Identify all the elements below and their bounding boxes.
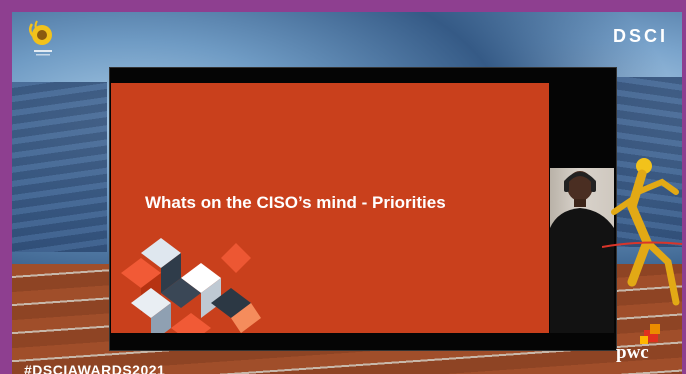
pwc-logo-text: pwc	[616, 342, 649, 363]
presentation-slide: Whats on the CISO’s mind - Priorities	[111, 83, 549, 333]
runner-figure-icon	[602, 158, 682, 306]
dsci-logo: DSCI	[588, 26, 668, 60]
stadium-seats-left	[12, 82, 107, 252]
event-hashtag: #DSCIAWARDS2021	[24, 362, 166, 374]
geometric-cubes-icon	[121, 238, 261, 333]
dsci-logo-text: DSCI	[612, 26, 668, 46]
trophy-icon	[29, 20, 52, 56]
stage-background: DSCI Whats on the CISO’s mind - Prioriti…	[12, 12, 682, 374]
slide-title: Whats on the CISO’s mind - Priorities	[145, 193, 446, 212]
pwc-logo: pwc	[606, 324, 666, 364]
video-player[interactable]: Whats on the CISO’s mind - Priorities	[109, 67, 617, 351]
